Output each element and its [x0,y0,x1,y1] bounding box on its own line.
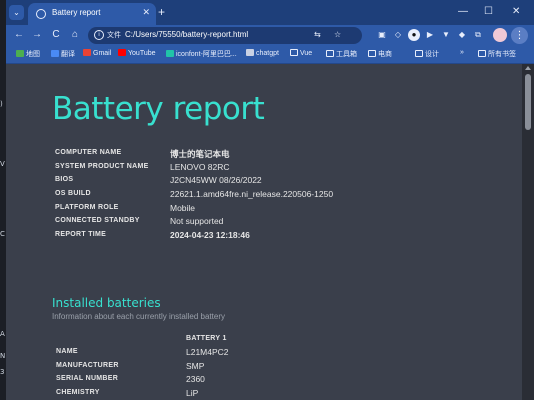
battery-field-value: 2360 [186,374,205,385]
bookmark-item[interactable]: 翻译 [51,49,75,59]
scrollbar-thumb[interactable] [525,74,531,130]
bookmark-item[interactable]: Gmail [83,49,111,57]
map-icon [16,50,24,57]
info-label: COMPUTER NAME [55,149,122,156]
battery-field-value: SMP [186,360,205,371]
folder-icon [368,50,376,57]
bookmark-item[interactable]: 工具箱 [326,49,357,59]
info-label: REPORT TIME [55,231,107,239]
info-value: J2CN45WW 08/26/2022 [170,175,262,186]
folder-icon [415,50,423,57]
info-label: PLATFORM ROLE [55,203,119,211]
battery-column-header: BATTERY 1 [186,335,227,342]
bookmark-label: YouTube [128,50,156,57]
youtube-icon [118,49,126,56]
tab-battery-report[interactable]: Battery report ✕ [28,3,156,25]
battery-field-value: L21M4PC2 [186,347,229,357]
bookmark-item[interactable]: 电商 [368,49,392,59]
info-label: BIOS [55,176,74,184]
url-text[interactable]: C:/Users/75550/battery-report.html [125,30,248,39]
folder-icon [290,49,298,56]
battery-field-value: LiP [186,388,199,399]
info-label: SYSTEM PRODUCT NAME [55,162,149,170]
all-bookmarks-button[interactable]: 所有书签 [478,49,516,59]
info-label: CONNECTED STANDBY [55,217,140,225]
tab-search-button[interactable]: ⌄ [9,5,24,20]
bookmark-item[interactable]: YouTube [118,49,156,57]
page-content: Battery report COMPUTER NAME 博士的笔记本电 SYSTE… [6,64,522,400]
folder-icon [326,50,334,57]
menu-button[interactable]: ⋮ [511,27,528,44]
battery-field-label: NAME [56,348,78,355]
battery-field-label: CHEMISTRY [56,389,100,397]
play-icon[interactable]: ▶ [424,29,436,41]
bookmarks-bar: 地图 翻译 Gmail YouTube iconfont-阿里巴巴... chatgpt V… [6,46,534,64]
bookmark-star-icon[interactable]: ☆ [334,30,341,39]
info-value: Not supported [170,216,224,227]
all-bookmarks-label: 所有书签 [488,51,516,58]
bookmark-item[interactable]: chatgpt [246,49,279,57]
battery-field-label: SERIAL NUMBER [56,375,119,383]
info-icon[interactable]: i [94,30,104,40]
page-title: Battery report [52,91,265,127]
address-bar[interactable]: i 文件 C:/Users/75550/battery-report.html … [88,27,362,44]
gmail-icon [83,49,91,56]
info-label: OS BUILD [55,190,91,198]
folder-icon [478,50,486,57]
bookmark-label: 地图 [26,51,40,58]
scroll-up-arrow-icon[interactable] [525,66,531,70]
bookmark-label: 工具箱 [336,51,357,58]
tab-bar: ⌄ Battery report ✕ + — ☐ ✕ [6,0,534,25]
avatar[interactable] [493,28,507,42]
close-icon[interactable]: ✕ [142,7,150,18]
bookmark-label: iconfont-阿里巴巴... [176,51,237,58]
forward-button[interactable]: → [30,28,44,42]
info-value: Mobile [170,202,196,213]
extension-icon[interactable]: ▣ [376,29,388,41]
back-button[interactable]: ← [12,28,26,42]
section-subtitle: Information about each currently install… [52,312,225,321]
bookmark-item[interactable]: 设计 [415,49,439,59]
bookmark-label: Gmail [93,50,112,57]
home-button[interactable]: ⌂ [68,28,82,42]
extension-icon[interactable]: ▼ [440,29,452,41]
reload-button[interactable]: C [49,28,63,42]
maximize-button[interactable]: ☐ [484,5,493,19]
info-value: 2024-04-23 12:18:46 [170,230,250,241]
section-title: Installed batteries [52,296,161,310]
puzzle-icon[interactable]: ⧉ [472,29,484,41]
bookmark-label: 翻译 [61,51,75,58]
info-value: 博士的笔记本电 [170,149,230,159]
bookmark-item[interactable]: iconfont-阿里巴巴... [166,49,237,59]
close-window-button[interactable]: ✕ [512,5,520,19]
translate-icon[interactable]: ⇆ [314,30,321,39]
record-icon[interactable]: ● [408,29,420,41]
battery-field-label: MANUFACTURER [56,361,119,369]
tab-title: Battery report [52,8,101,17]
security-chip: 文件 [107,32,121,39]
bookmark-label: 设计 [425,51,439,58]
bookmark-label: 电商 [378,51,392,58]
bookmarks-overflow-button[interactable]: » [460,49,464,56]
minimize-button[interactable]: — [458,5,468,19]
bookmark-item[interactable]: 地图 [16,49,40,59]
info-value: LENOVO 82RC [170,161,230,172]
bookmark-item[interactable]: Vue [290,49,312,57]
iconfont-icon [166,50,174,57]
bookmark-label: chatgpt [256,50,279,57]
info-value: 22621.1.amd64fre.ni_release.220506-1250 [170,189,334,200]
new-tab-button[interactable]: + [158,5,165,19]
vertical-scrollbar[interactable] [522,64,534,400]
extension-icon[interactable]: ◇ [392,29,404,41]
bookmark-label: Vue [300,50,313,57]
extension-icon[interactable]: ◆ [456,29,468,41]
globe-icon [36,9,46,19]
browser-toolbar: ← → C ⌂ i 文件 C:/Users/75550/battery-repo… [6,25,534,46]
browser-window: ⌄ Battery report ✕ + — ☐ ✕ ← → C ⌂ i 文件 … [6,0,534,400]
chatgpt-icon [246,49,254,56]
translate-icon [51,50,59,57]
